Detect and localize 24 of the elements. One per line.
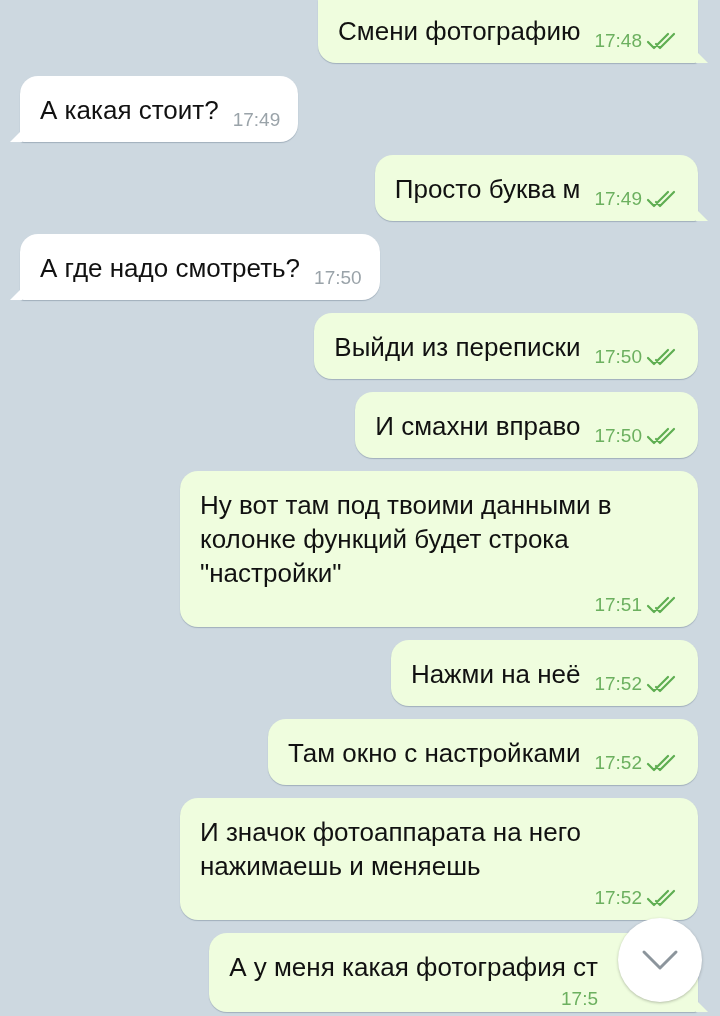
message-text: А какая стоит? (40, 94, 219, 127)
message-text: Ну вот там под твоими данными в колонке функций будет строка "настройки" (200, 489, 613, 590)
message-time: 17:50 (594, 425, 642, 447)
message-time: 17:50 (594, 346, 642, 368)
message-time: 17:52 (594, 752, 642, 774)
chevron-down-icon (640, 948, 680, 972)
message-time: 17:5 (561, 988, 598, 1010)
message-time: 17:49 (232, 109, 281, 131)
message-text: А у меня какая фотография ст (229, 951, 598, 984)
message-time: 17:49 (594, 188, 642, 210)
message-time: 17:48 (594, 30, 642, 52)
message-text: Там окно с настройками (288, 737, 581, 770)
message-time: 17:51 (594, 594, 642, 616)
message-text: И смахни вправо (375, 410, 581, 443)
message-text: А где надо смотреть? (40, 252, 301, 285)
message-text: Нажми на неё (410, 658, 581, 691)
message-time: 17:52 (594, 673, 642, 695)
scroll-down-button[interactable] (618, 918, 702, 1002)
message-time: 17:52 (594, 887, 642, 909)
message-time: 17:50 (314, 267, 362, 289)
message-text: Смени фотографию (338, 15, 581, 48)
message-text: Просто буква м (394, 173, 581, 206)
message-text: И значок фотоаппарата на него нажимаешь и меняешь (200, 816, 582, 883)
message-text: Выйди из переписки (334, 331, 581, 364)
